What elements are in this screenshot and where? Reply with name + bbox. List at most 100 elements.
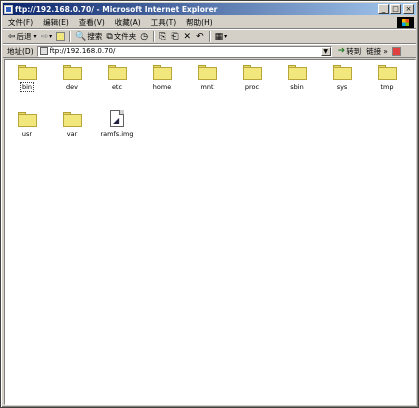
- item-name: etc: [111, 83, 123, 91]
- back-arrow-icon: ⇦: [8, 31, 16, 42]
- windows-logo-icon: [397, 17, 414, 28]
- toolbar-separator: [69, 31, 72, 42]
- item-name: var: [66, 130, 78, 138]
- search-label: 搜索: [87, 32, 103, 41]
- item-label: sbin: [275, 83, 319, 91]
- title-bar[interactable]: ftp://192.168.0.70/ - Microsoft Internet…: [3, 3, 416, 15]
- back-dropdown-icon[interactable]: ▾: [34, 33, 37, 40]
- copy-to-button[interactable]: ⎗: [169, 31, 181, 43]
- folder-icon: [18, 112, 37, 127]
- item-name: mnt: [200, 83, 214, 91]
- file-icon: ◢: [110, 110, 124, 127]
- delete-button[interactable]: ✕: [182, 31, 195, 43]
- links-button[interactable]: 链接: [366, 46, 381, 57]
- address-dropdown-icon[interactable]: ▼: [320, 46, 331, 56]
- folder-item[interactable]: usr: [5, 107, 49, 141]
- views-button[interactable]: ▦ ▾: [213, 31, 230, 43]
- item-label: ramfs.img: [95, 130, 139, 138]
- folder-icon: [378, 65, 397, 80]
- item-name: sys: [336, 83, 348, 91]
- ftp-page-icon: [39, 47, 48, 55]
- folder-item[interactable]: mnt: [185, 60, 229, 94]
- folder-item[interactable]: dev: [50, 60, 94, 94]
- item-label: sys: [320, 83, 364, 91]
- folder-icon: [108, 65, 127, 80]
- folder-item[interactable]: proc: [230, 60, 274, 94]
- undo-icon: ↶: [196, 31, 204, 42]
- forward-button[interactable]: ⇨ ▾: [39, 31, 55, 43]
- move-to-icon: ⎘: [159, 31, 167, 42]
- delete-icon: ✕: [183, 31, 192, 42]
- window-title: ftp://192.168.0.70/ - Microsoft Internet…: [15, 4, 218, 14]
- item-label: bin: [5, 82, 49, 92]
- folder-item[interactable]: sbin: [275, 60, 319, 94]
- item-name: dev: [66, 83, 78, 91]
- file-view[interactable]: bin dev etc home mnt proc sbin sys tmp usr var ◢ ram…: [4, 59, 416, 405]
- menu-edit[interactable]: 编辑(E): [38, 17, 74, 28]
- menu-favorites[interactable]: 收藏(A): [110, 17, 146, 28]
- folder-icon: [288, 65, 307, 80]
- address-label: 地址(D): [7, 46, 34, 56]
- minimize-button[interactable]: _: [378, 4, 389, 14]
- go-arrow-icon: ➜: [337, 46, 346, 56]
- folder-item[interactable]: sys: [320, 60, 364, 94]
- forward-dropdown-icon[interactable]: ▾: [49, 33, 52, 40]
- folder-item[interactable]: home: [140, 60, 184, 94]
- ie-icon: [4, 4, 13, 14]
- folder-icon: [198, 65, 217, 80]
- views-icon: ▦: [214, 31, 224, 42]
- menu-help[interactable]: 帮助(H): [181, 17, 218, 28]
- toolbar-extra-icon[interactable]: [391, 46, 401, 56]
- undo-button[interactable]: ↶: [194, 31, 207, 43]
- maximize-button[interactable]: □: [390, 4, 401, 14]
- item-label: etc: [95, 83, 139, 91]
- folders-icon: ⧉: [106, 31, 113, 42]
- item-name: bin: [19, 82, 35, 92]
- file-item[interactable]: ◢ ramfs.img: [95, 107, 139, 141]
- item-label: mnt: [185, 83, 229, 91]
- forward-arrow-icon: ⇨: [40, 31, 49, 42]
- menu-bar: 文件(F) 编辑(E) 查看(V) 收藏(A) 工具(T) 帮助(H): [3, 16, 416, 29]
- item-label: home: [140, 83, 184, 91]
- item-name: sbin: [290, 83, 304, 91]
- item-name: usr: [21, 130, 33, 138]
- item-name: ramfs.img: [100, 130, 134, 138]
- close-button[interactable]: ×: [403, 4, 414, 14]
- history-button[interactable]: ◷: [138, 31, 151, 43]
- folder-icon: [333, 65, 352, 80]
- search-icon: 🔍: [75, 31, 87, 42]
- back-button[interactable]: ⇦ 后退 ▾: [6, 31, 39, 43]
- item-label: usr: [5, 130, 49, 138]
- menu-tools[interactable]: 工具(T): [146, 17, 181, 28]
- address-input[interactable]: [49, 46, 320, 56]
- item-label: tmp: [365, 83, 409, 91]
- folder-item[interactable]: tmp: [365, 60, 409, 94]
- folder-icon: [63, 112, 82, 127]
- folders-label: 文件夹: [113, 32, 137, 41]
- menu-view[interactable]: 查看(V): [74, 17, 110, 28]
- folder-icon: [243, 65, 262, 80]
- menu-file[interactable]: 文件(F): [3, 17, 38, 28]
- address-field[interactable]: ▼: [36, 45, 332, 57]
- item-label: proc: [230, 83, 274, 91]
- history-icon: ◷: [140, 31, 149, 42]
- folder-icon: [18, 65, 37, 80]
- folder-item[interactable]: etc: [95, 60, 139, 94]
- item-label: var: [50, 130, 94, 138]
- up-folder-button[interactable]: [54, 31, 67, 43]
- toolbar-separator: [153, 31, 156, 42]
- move-to-button[interactable]: ⎘: [157, 31, 169, 43]
- folder-item[interactable]: bin: [5, 60, 49, 94]
- browser-window: ftp://192.168.0.70/ - Microsoft Internet…: [0, 0, 419, 408]
- folders-button[interactable]: ⧉ 文件夹: [104, 31, 138, 43]
- go-button[interactable]: ➜ 转到: [338, 46, 362, 57]
- toolbar: ⇦ 后退 ▾ ⇨ ▾ 🔍 搜索 ⧉ 文件夹 ◷ ⎘ ⎗ ✕ ↶ ▦ ▾: [3, 30, 416, 44]
- folder-item[interactable]: var: [50, 107, 94, 141]
- views-dropdown-icon[interactable]: ▾: [224, 33, 227, 40]
- toolbar-separator: [208, 31, 211, 42]
- item-name: tmp: [380, 83, 394, 91]
- up-folder-icon: [56, 32, 66, 41]
- search-button[interactable]: 🔍 搜索: [73, 31, 104, 43]
- back-label: 后退: [16, 32, 32, 41]
- links-more-icon[interactable]: »: [383, 47, 388, 56]
